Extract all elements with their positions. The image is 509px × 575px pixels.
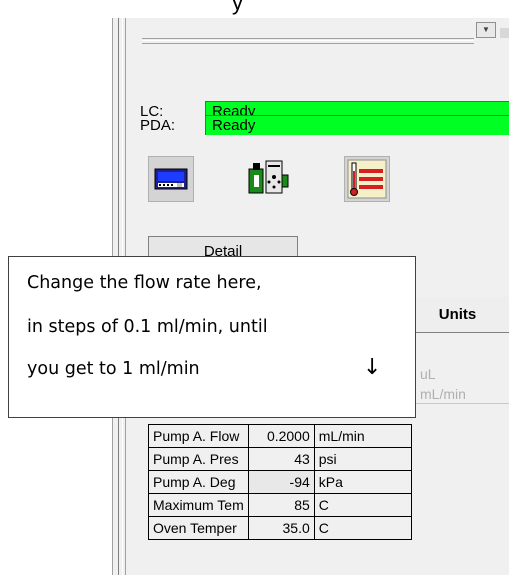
param-value: 43 <box>247 447 315 471</box>
param-name: Maximum Tem <box>148 493 249 517</box>
table-row: Pump A. Deg -94 kPa <box>148 470 412 494</box>
param-value: -94 <box>247 470 315 494</box>
window-caption: y <box>0 0 509 18</box>
callout-line: Change the flow rate here, <box>27 273 262 293</box>
units-column-header: Units <box>405 297 509 333</box>
param-unit: kPa <box>313 470 412 494</box>
param-unit: mL/min <box>313 424 412 448</box>
table-row: Pump A. Pres 43 psi <box>148 447 412 471</box>
parameter-table: Pump A. Flow 0.2000 mL/min Pump A. Pres … <box>148 424 412 540</box>
pda-label: PDA: <box>140 117 176 134</box>
table-row-partial-unit: mL/min <box>414 384 509 404</box>
callout-line: in steps of 0.1 ml/min, until <box>27 317 268 337</box>
instruction-callout: Change the flow rate here, in steps of 0… <box>8 256 416 418</box>
param-value[interactable]: 35.0 <box>247 516 315 540</box>
table-row: Oven Temper 35.0 C <box>148 516 412 540</box>
column-oven-icon[interactable] <box>344 156 390 202</box>
table-row: Maximum Tem 85 C <box>148 493 412 517</box>
arrow-down-icon: ↓ <box>363 355 382 380</box>
param-value[interactable]: 85 <box>247 493 315 517</box>
callout-line: you get to 1 ml/min <box>27 359 200 379</box>
splitter-handle[interactable] <box>126 30 496 54</box>
chevron-down-icon[interactable]: ▼ <box>476 22 496 38</box>
table-row-partial-unit: uL <box>414 364 509 384</box>
param-unit: psi <box>313 447 412 471</box>
lc-module-icon[interactable] <box>148 156 194 202</box>
param-name: Oven Temper <box>148 516 249 540</box>
panel-edge <box>500 28 509 38</box>
param-value-flow[interactable]: 0.2000 <box>247 424 315 448</box>
param-name: Pump A. Deg <box>148 470 249 494</box>
param-unit: C <box>313 516 412 540</box>
pda-status-field: Ready <box>205 115 509 135</box>
caption-fragment: y <box>232 0 243 15</box>
param-name: Pump A. Flow <box>148 424 249 448</box>
pda-module-icon[interactable] <box>246 155 292 201</box>
table-row: Pump A. Flow 0.2000 mL/min <box>148 424 412 448</box>
param-name: Pump A. Pres <box>148 447 249 471</box>
param-unit: C <box>313 493 412 517</box>
